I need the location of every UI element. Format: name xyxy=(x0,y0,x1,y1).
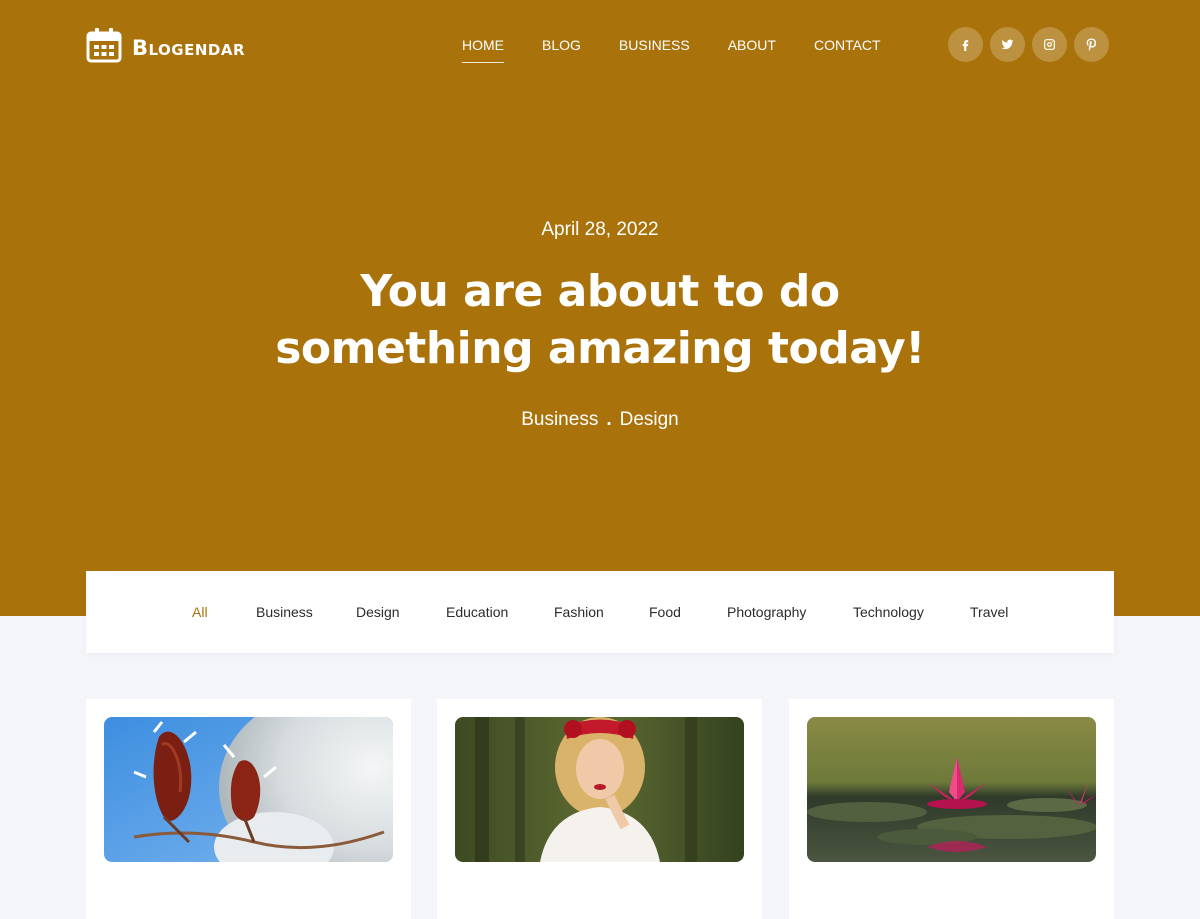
pinterest-icon xyxy=(1086,38,1097,51)
facebook-icon xyxy=(962,40,969,51)
filter-food[interactable]: Food xyxy=(649,604,681,620)
filter-fashion[interactable]: Fashion xyxy=(554,604,604,620)
category-link-design[interactable]: Design xyxy=(620,409,679,430)
filter-design[interactable]: Design xyxy=(356,604,400,620)
filter-technology[interactable]: Technology xyxy=(853,604,924,620)
post-card xyxy=(437,699,762,919)
nav-item-business[interactable]: BUSINESS xyxy=(619,37,690,63)
site-logo[interactable]: Blogendar xyxy=(86,27,245,63)
pinterest-button[interactable] xyxy=(1074,27,1109,62)
main-nav: HOME BLOG BUSINESS ABOUT CONTACT xyxy=(462,37,881,63)
category-filter-bar: All Business Design Education Fashion Fo… xyxy=(86,571,1114,653)
frosted-branch-image[interactable] xyxy=(104,717,393,862)
instagram-icon xyxy=(1044,39,1055,50)
twitter-button[interactable] xyxy=(990,27,1025,62)
filter-business[interactable]: Business xyxy=(256,604,313,620)
site-name: Blogendar xyxy=(132,35,246,60)
post-card xyxy=(86,699,411,919)
nav-item-blog[interactable]: BLOG xyxy=(542,37,581,63)
filter-photography[interactable]: Photography xyxy=(727,604,806,620)
instagram-button[interactable] xyxy=(1032,27,1067,62)
woman-flower-crown-image[interactable] xyxy=(455,717,744,862)
twitter-icon xyxy=(1001,39,1014,50)
hero-section: Blogendar HOME BLOG BUSINESS ABOUT CONTA… xyxy=(0,0,1200,616)
post-date: April 28, 2022 xyxy=(541,219,659,240)
filter-all[interactable]: All xyxy=(192,604,208,620)
post-card xyxy=(789,699,1114,919)
calendar-icon xyxy=(86,28,122,63)
category-link-business[interactable]: Business xyxy=(521,409,598,430)
nav-item-about[interactable]: ABOUT xyxy=(728,37,776,63)
social-links xyxy=(948,27,1109,62)
nav-item-contact[interactable]: CONTACT xyxy=(814,37,881,63)
nav-item-home[interactable]: HOME xyxy=(462,37,504,63)
filter-travel[interactable]: Travel xyxy=(970,604,1008,620)
post-categories: Business. Design xyxy=(0,409,1200,431)
post-title[interactable]: You are about to do something amazing to… xyxy=(250,263,950,377)
facebook-button[interactable] xyxy=(948,27,983,62)
category-separator: . xyxy=(606,409,612,430)
pink-water-lily-image[interactable] xyxy=(807,717,1096,862)
filter-education[interactable]: Education xyxy=(446,604,508,620)
